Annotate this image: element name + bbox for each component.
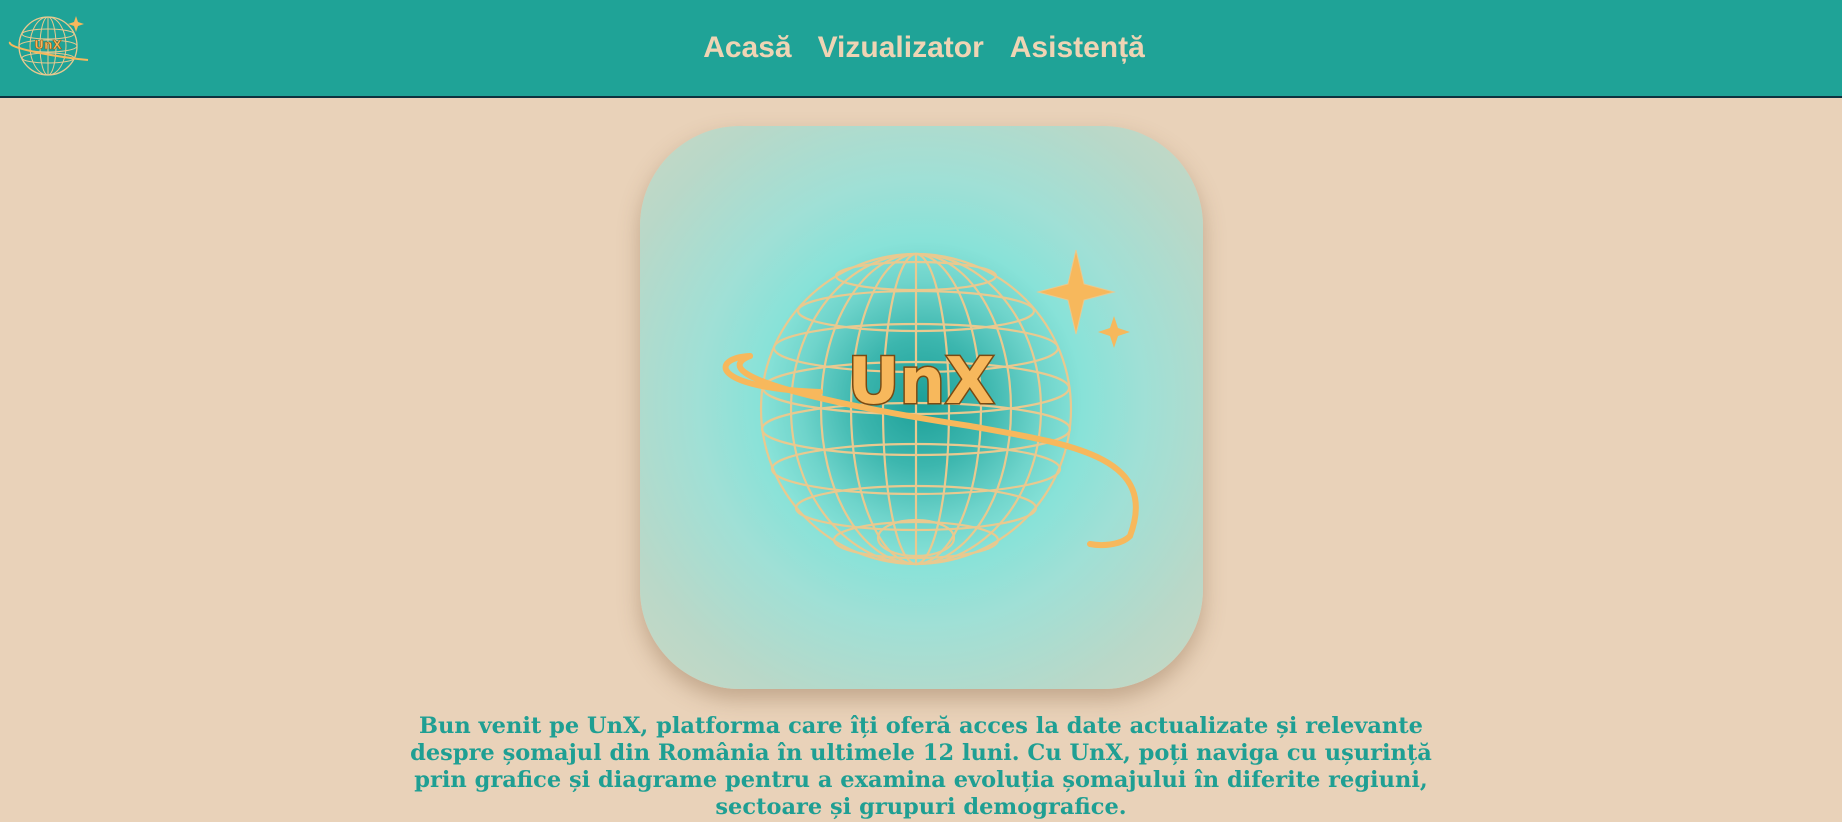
top-navbar: UnX Acasă Vizualizator Asistență [0,0,1842,98]
nav-link-help[interactable]: Asistență [1010,31,1145,65]
main-nav: Acasă Vizualizator Asistență [0,0,1842,96]
nav-link-home[interactable]: Acasă [703,31,791,65]
nav-link-visualizer[interactable]: Vizualizator [818,31,984,65]
svg-text:UnX: UnX [848,345,995,419]
hero-logo-card: UnX [640,126,1203,689]
unx-globe-logo-icon: UnX [722,249,1139,566]
intro-paragraph: Bun venit pe UnX, platforma care îți ofe… [410,713,1432,820]
